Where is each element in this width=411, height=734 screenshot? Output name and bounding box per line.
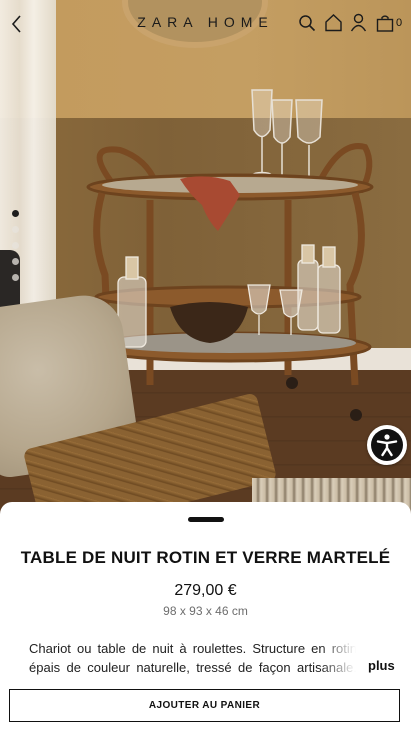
product-title: TABLE DE NUIT ROTIN ET VERRE MARTELÉ (20, 548, 391, 567)
wine-glasses (251, 89, 323, 183)
read-more-link[interactable]: plus (368, 658, 395, 673)
accessibility-icon (371, 429, 403, 461)
search-icon[interactable] (298, 14, 316, 32)
product-description: Chariot ou table de nuit à roulettes. St… (29, 641, 357, 675)
gallery-dot[interactable] (12, 226, 19, 233)
gallery-indicator (12, 210, 22, 290)
gallery-dot[interactable] (12, 242, 19, 249)
add-to-cart-button[interactable]: AJOUTER AU PANIER (9, 689, 400, 722)
product-dimensions: 98 x 93 x 46 cm (163, 604, 248, 618)
bag-icon[interactable] (376, 14, 394, 32)
sheet-drag-handle[interactable] (188, 517, 224, 522)
gallery-dot[interactable] (12, 274, 19, 281)
user-icon[interactable] (350, 13, 367, 32)
gallery-dot-active[interactable] (12, 210, 19, 217)
home-icon[interactable] (324, 13, 343, 32)
description-fade (320, 639, 360, 679)
accessibility-button[interactable] (367, 425, 407, 465)
product-details-sheet: TABLE DE NUIT ROTIN ET VERRE MARTELÉ 279… (0, 502, 411, 734)
product-image[interactable] (0, 0, 411, 520)
gallery-dot[interactable] (12, 258, 19, 265)
product-price: 279,00 € (174, 582, 237, 599)
bag-count[interactable]: 0 (396, 17, 402, 29)
